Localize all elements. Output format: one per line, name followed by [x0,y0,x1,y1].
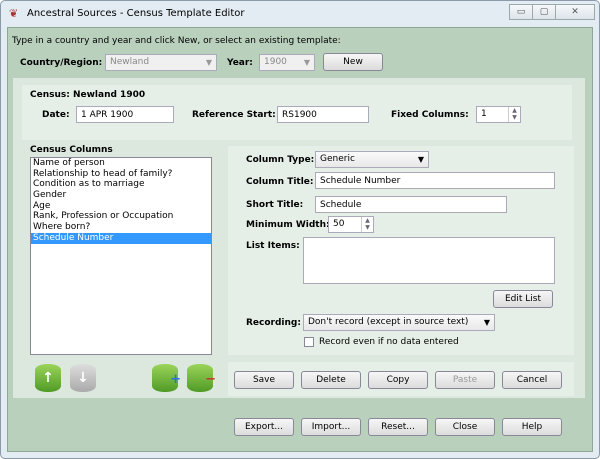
title-bar: ❦ Ancestral Sources - Census Template Ed… [1,1,600,27]
add-column-icon[interactable]: + [152,364,181,392]
minimum-width-value: 50 [333,219,345,229]
chevron-down-icon: ▼ [417,155,424,164]
record-empty-checkbox[interactable] [304,337,314,347]
import-button[interactable]: Import... [301,418,361,436]
census-heading: Census: Newland 1900 [30,90,146,100]
year-value: 1900 [264,57,287,67]
reset-button[interactable]: Reset... [368,418,428,436]
export-button[interactable]: Export... [234,418,294,436]
fixed-columns-spinner[interactable]: 1 ▲ ▼ [476,106,521,123]
copy-button[interactable]: Copy [368,371,428,389]
list-items-label: List Items: [246,241,300,251]
close-button[interactable]: Close [435,418,495,436]
list-item[interactable]: Condition as to marriage [31,179,211,190]
window-title: Ancestral Sources - Census Template Edit… [27,8,245,19]
minimize-button[interactable]: ▭ [509,4,533,20]
list-item[interactable]: Gender [31,190,211,201]
date-input[interactable] [76,106,174,123]
short-title-input[interactable] [315,196,507,213]
country-combo[interactable]: Newland ▼ [105,54,217,71]
recording-label: Recording: [246,318,301,328]
new-button[interactable]: New [323,53,383,71]
list-item[interactable]: Where born? [31,222,211,233]
list-item[interactable]: Relationship to head of family? [31,169,211,180]
minimum-width-label: Minimum Width: [246,220,330,230]
column-type-select[interactable]: Generic ▼ [315,151,429,168]
year-label: Year: [227,58,253,68]
chevron-down-icon: ▼ [483,318,490,327]
census-columns-list[interactable]: Name of person Relationship to head of fa… [30,157,212,355]
cancel-button[interactable]: Cancel [502,371,562,389]
edit-list-button[interactable]: Edit List [493,290,553,308]
reference-start-label: Reference Start: [192,110,276,120]
move-up-icon[interactable]: ↑ [35,364,61,392]
country-value: Newland [110,57,150,67]
reference-start-input[interactable] [277,106,369,123]
move-down-icon: ↓ [70,364,96,392]
instructions: Type in a country and year and click New… [12,36,341,46]
column-type-value: Generic [320,154,355,164]
remove-column-icon[interactable]: − [187,364,216,392]
column-title-input[interactable] [315,172,555,189]
list-item[interactable]: Schedule Number [31,232,211,244]
list-items-textarea[interactable] [303,237,555,284]
recording-value: Don't record (except in source text) [308,317,469,327]
minimum-width-spinner[interactable]: 50 ▲ ▼ [328,216,374,233]
save-button[interactable]: Save [234,371,294,389]
spinner-arrows-icon[interactable]: ▲ ▼ [361,217,373,232]
chevron-down-icon: ▼ [303,58,310,67]
list-item[interactable]: Age [31,201,211,212]
close-window-button[interactable]: ✕ [555,4,595,20]
short-title-label: Short Title: [246,200,304,210]
delete-button[interactable]: Delete [301,371,361,389]
country-label: Country/Region: [20,58,103,68]
year-combo[interactable]: 1900 ▼ [259,54,315,71]
list-item[interactable]: Rank, Profession or Occupation [31,211,211,222]
chevron-down-icon: ▼ [205,58,212,67]
list-item[interactable]: Name of person [31,158,211,169]
date-label: Date: [42,110,70,120]
record-empty-label: Record even if no data entered [319,337,459,347]
column-title-label: Column Title: [246,177,314,187]
paste-button: Paste [435,371,495,389]
fixed-columns-value: 1 [481,109,487,119]
spinner-arrows-icon[interactable]: ▲ ▼ [508,107,520,122]
app-icon: ❦ [9,7,19,20]
maximize-button[interactable]: ▢ [532,4,556,20]
help-button[interactable]: Help [502,418,562,436]
census-columns-heading: Census Columns [30,145,113,155]
column-type-label: Column Type: [246,155,315,165]
recording-select[interactable]: Don't record (except in source text) ▼ [303,314,495,331]
fixed-columns-label: Fixed Columns: [391,110,469,120]
